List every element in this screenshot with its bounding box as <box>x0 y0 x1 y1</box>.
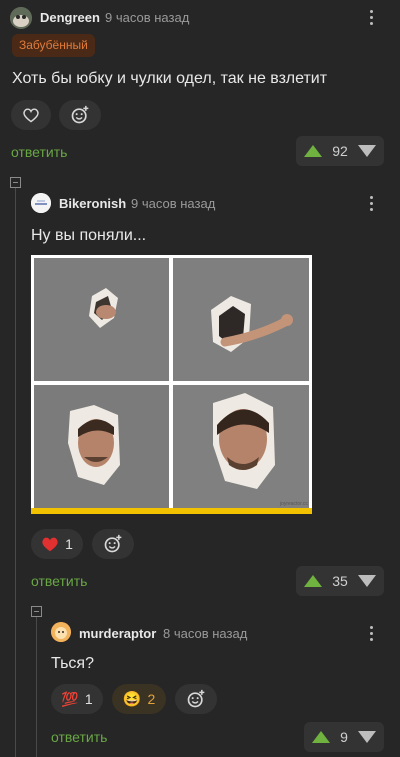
comic-panel-3 <box>34 385 169 508</box>
reaction-like-button[interactable] <box>11 100 51 130</box>
reply-link[interactable]: ответить <box>11 144 67 160</box>
hundred-points-icon: 💯 <box>61 690 79 707</box>
thread-line-level-1 <box>15 188 16 757</box>
avatar-dog-icon <box>10 7 32 29</box>
reaction-count: 1 <box>84 691 93 707</box>
author-name[interactable]: murderaptor <box>79 626 156 641</box>
timestamp[interactable]: 8 часов назад <box>163 626 247 641</box>
rating-value: 9 <box>340 729 348 745</box>
reply-link[interactable]: ответить <box>51 729 107 745</box>
rating-widget: 92 <box>296 136 384 166</box>
avatar[interactable] <box>31 193 51 213</box>
red-heart-icon <box>42 537 58 552</box>
more-options-icon[interactable] <box>370 624 376 644</box>
comic-panel-1 <box>34 258 169 381</box>
avatar[interactable] <box>51 622 71 642</box>
comment-text: Хоть бы юбку и чулки одел, так не взлети… <box>12 70 328 87</box>
timestamp[interactable]: 9 часов назад <box>105 10 189 25</box>
add-emoji-icon <box>104 534 122 553</box>
downvote-arrow-icon[interactable] <box>357 575 376 587</box>
add-emoji-icon <box>71 105 89 124</box>
rating-widget: 9 <box>304 722 384 752</box>
downvote-arrow-icon[interactable] <box>357 145 376 157</box>
upvote-arrow-icon[interactable] <box>312 731 330 743</box>
reply-link[interactable]: ответить <box>31 573 87 589</box>
heart-outline-icon <box>23 108 39 123</box>
comic-panel-2 <box>173 258 309 381</box>
image-watermark <box>31 508 312 514</box>
author-name[interactable]: Bikeronish <box>59 196 126 211</box>
rating-widget: 35 <box>296 566 384 596</box>
timestamp[interactable]: 9 часов назад <box>131 196 215 211</box>
reaction-laugh-button[interactable]: 😆 2 <box>112 684 166 714</box>
thread-line-level-2 <box>36 617 37 757</box>
avatar-face-icon <box>51 622 71 642</box>
comic-panel-4 <box>173 385 309 508</box>
reaction-hundred-button[interactable]: 💯 1 <box>51 684 103 714</box>
add-reaction-button[interactable] <box>92 529 134 559</box>
more-options-icon[interactable] <box>370 8 376 28</box>
collapse-thread-button[interactable] <box>31 606 42 617</box>
more-options-icon[interactable] <box>370 194 376 214</box>
downvote-arrow-icon[interactable] <box>357 731 376 743</box>
upvote-arrow-icon[interactable] <box>304 145 322 157</box>
rating-value: 35 <box>332 573 348 589</box>
add-reaction-button[interactable] <box>59 100 101 130</box>
author-name[interactable]: Dengreen <box>40 10 100 25</box>
comment-text: Ться? <box>51 655 94 672</box>
image-watermark-text: joyreactor.cc <box>279 501 308 507</box>
collapse-thread-button[interactable] <box>10 177 21 188</box>
reaction-count: 1 <box>65 536 73 552</box>
rating-value: 92 <box>332 143 348 159</box>
add-reaction-button[interactable] <box>175 684 217 714</box>
user-badge: Забубённый <box>12 34 95 57</box>
comment-image[interactable]: joyreactor.cc <box>31 255 312 514</box>
reaction-heart-button[interactable]: 1 <box>31 529 83 559</box>
avatar[interactable] <box>10 7 32 29</box>
reaction-count: 2 <box>147 691 156 707</box>
laughing-face-icon: 😆 <box>122 691 142 708</box>
comment-text: Ну вы поняли... <box>31 227 147 244</box>
avatar-logo-icon <box>31 193 51 213</box>
upvote-arrow-icon[interactable] <box>304 575 322 587</box>
add-emoji-icon <box>187 689 205 708</box>
